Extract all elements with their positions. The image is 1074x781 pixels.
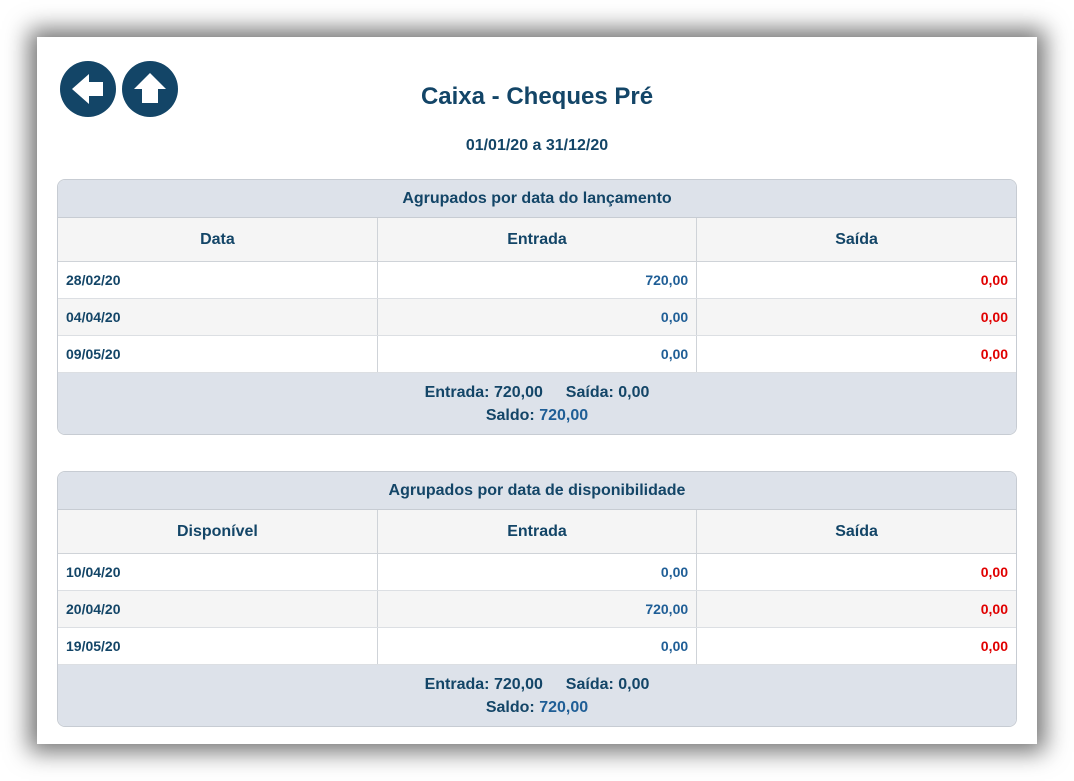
saida-total-label: Saída: — [565, 384, 614, 401]
saida-cell: 0,00 — [696, 590, 1016, 628]
date-cell: 28/02/20 — [58, 261, 378, 299]
saldo-value: 720,00 — [539, 699, 589, 716]
date-cell: 20/04/20 — [58, 590, 378, 628]
table-row: 10/04/20 0,00 0,00 — [58, 553, 1016, 591]
group-summary: Entrada: 720,00 Saída: 0,00 Saldo: 720,0… — [58, 665, 1016, 726]
date-cell: 09/05/20 — [58, 335, 378, 373]
table-row: 09/05/20 0,00 0,00 — [58, 335, 1016, 373]
column-header-entrada: Entrada — [377, 218, 698, 262]
entrada-cell: 0,00 — [377, 298, 698, 336]
availability-date-table: Disponível Entrada Saída 10/04/20 0,00 0… — [58, 510, 1016, 665]
column-header-entrada: Entrada — [377, 510, 698, 554]
period-range: 01/01/20 a 31/12/20 — [465, 137, 609, 154]
column-header-disponivel: Disponível — [58, 510, 378, 554]
table-row: 19/05/20 0,00 0,00 — [58, 627, 1016, 665]
saldo-line: Saldo: 720,00 — [58, 696, 1016, 719]
entrada-cell: 0,00 — [377, 335, 698, 373]
saldo-line: Saldo: 720,00 — [58, 404, 1016, 427]
saida-total-value: 0,00 — [618, 676, 650, 693]
totals-line: Entrada: 720,00 Saída: 0,00 — [58, 381, 1016, 404]
group-title: Agrupados por data de disponibilidade — [58, 472, 1016, 510]
table-header-row: Data Entrada Saída — [58, 218, 1016, 262]
saida-total-label: Saída: — [565, 676, 614, 693]
group-title: Agrupados por data do lançamento — [58, 180, 1016, 218]
table-header-row: Disponível Entrada Saída — [58, 510, 1016, 554]
entrada-cell: 0,00 — [377, 553, 698, 591]
entrada-total-value: 720,00 — [493, 384, 543, 401]
saida-total-value: 0,00 — [618, 384, 650, 401]
entrada-total-value: 720,00 — [493, 676, 543, 693]
date-cell: 04/04/20 — [58, 298, 378, 336]
saida-cell: 0,00 — [696, 553, 1016, 591]
saida-cell: 0,00 — [696, 335, 1016, 373]
saldo-label: Saldo: — [485, 699, 535, 716]
group-by-availability-date: Agrupados por data de disponibilidade Di… — [57, 471, 1017, 727]
date-cell: 19/05/20 — [58, 627, 378, 665]
report-sheet: Caixa - Cheques Pré 01/01/20 a 31/12/20 … — [37, 37, 1037, 744]
table-row: 04/04/20 0,00 0,00 — [58, 298, 1016, 336]
totals-line: Entrada: 720,00 Saída: 0,00 — [58, 673, 1016, 696]
entrada-cell: 0,00 — [377, 627, 698, 665]
launch-date-table: Data Entrada Saída 28/02/20 720,00 0,00 … — [58, 218, 1016, 373]
date-cell: 10/04/20 — [58, 553, 378, 591]
entrada-total-label: Entrada: — [424, 676, 490, 693]
entrada-total-label: Entrada: — [424, 384, 490, 401]
entrada-cell: 720,00 — [377, 590, 698, 628]
table-row: 28/02/20 720,00 0,00 — [58, 261, 1016, 299]
group-summary: Entrada: 720,00 Saída: 0,00 Saldo: 720,0… — [58, 373, 1016, 434]
column-header-date: Data — [58, 218, 378, 262]
group-by-launch-date: Agrupados por data do lançamento Data En… — [57, 179, 1017, 435]
table-row: 20/04/20 720,00 0,00 — [58, 590, 1016, 628]
saida-cell: 0,00 — [696, 261, 1016, 299]
entrada-cell: 720,00 — [377, 261, 698, 299]
column-header-saida: Saída — [696, 510, 1016, 554]
saldo-label: Saldo: — [485, 407, 535, 424]
saldo-value: 720,00 — [539, 407, 589, 424]
saida-cell: 0,00 — [696, 298, 1016, 336]
column-header-saida: Saída — [696, 218, 1016, 262]
page-title: Caixa - Cheques Pré — [420, 83, 654, 110]
saida-cell: 0,00 — [696, 627, 1016, 665]
